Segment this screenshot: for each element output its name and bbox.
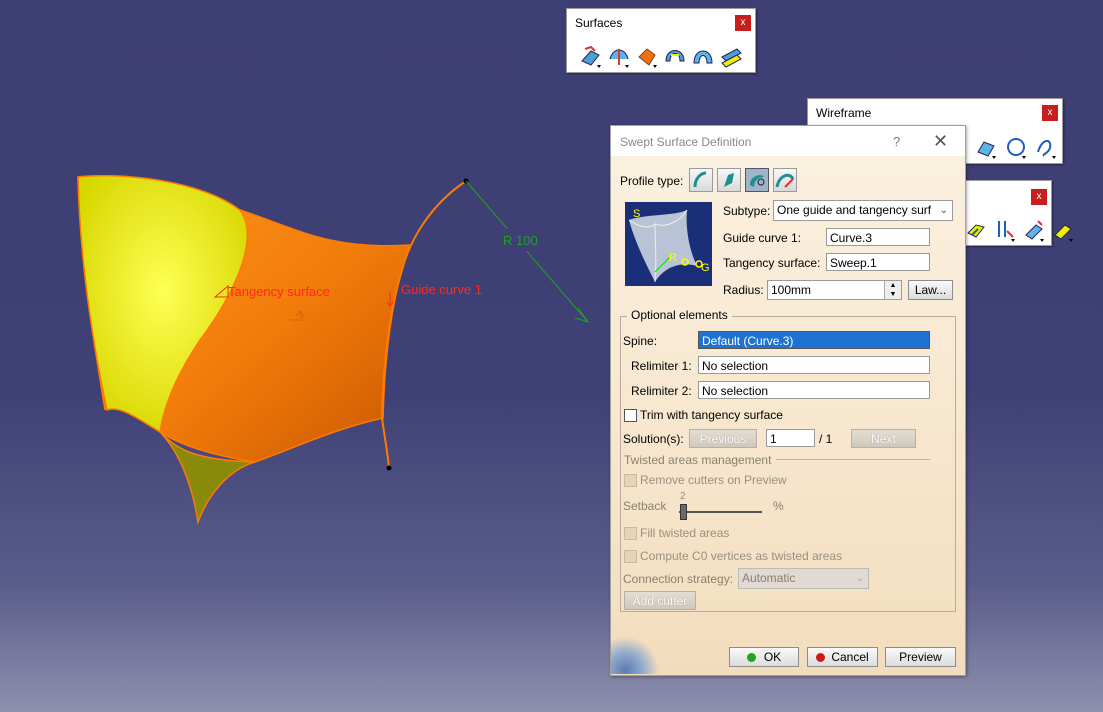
radius-field[interactable]: 100mm ▲ ▼	[767, 280, 902, 300]
help-button[interactable]: ?	[893, 134, 900, 149]
dialog-titlebar[interactable]: Swept Surface Definition ? ✕	[611, 126, 965, 156]
surfaces-toolbar-close-button[interactable]: x	[735, 15, 751, 31]
polyline-icon[interactable]	[974, 134, 998, 160]
operations-toolbar-close-button[interactable]: x	[1031, 189, 1047, 205]
tangency-surface-annotation: Tangency surface	[228, 284, 330, 299]
connection-strategy-label: Connection strategy:	[623, 572, 734, 586]
subtype-preview-image: S R G	[625, 202, 712, 286]
profile-type-conic-button[interactable]	[773, 168, 797, 192]
radius-dimension-line	[465, 180, 589, 323]
next-button[interactable]: Next	[851, 429, 916, 448]
solution-total: / 1	[819, 432, 833, 446]
wireframe-toolbar-close-button[interactable]: x	[1042, 105, 1058, 121]
solution-field[interactable]: 1	[766, 429, 815, 447]
ok-button-label: OK	[763, 650, 782, 664]
setback-label: Setback	[623, 499, 667, 513]
multisection-icon[interactable]	[719, 43, 743, 69]
guide-curve	[380, 180, 467, 469]
dialog-logo-icon	[611, 636, 659, 674]
tangency-surface-field[interactable]: Sweep.1	[826, 253, 930, 271]
preview-letter-s: S	[633, 208, 641, 220]
radius-spinner[interactable]: ▲ ▼	[884, 281, 901, 299]
setback-value: 2	[680, 491, 686, 502]
dialog-title: Swept Surface Definition	[620, 135, 752, 149]
twisted-areas-separator	[776, 459, 930, 460]
preview-button[interactable]: Preview	[885, 647, 956, 667]
profile-type-line-button[interactable]	[717, 168, 741, 192]
cancel-button-label: Cancel	[831, 650, 869, 664]
chevron-down-icon: ⌄	[939, 205, 948, 216]
sphere-icon[interactable]	[635, 43, 659, 69]
tangency-surface-label: Tangency surface:	[723, 256, 821, 270]
guide-curve-end-point	[386, 465, 392, 471]
trim-tangency-label: Trim with tangency surface	[640, 408, 783, 422]
spine-field[interactable]: Default (Curve.3)	[698, 331, 930, 349]
setback-slider-track[interactable]	[679, 511, 762, 513]
compute-c0-label: Compute C0 vertices as twisted areas	[640, 549, 843, 563]
circle-icon[interactable]	[1004, 134, 1028, 160]
marker-label: 1	[298, 309, 305, 321]
subtype-select[interactable]: One guide and tangency surf ⌄	[773, 200, 953, 221]
radius-value: 100mm	[771, 283, 812, 297]
fill-icon[interactable]	[691, 43, 715, 69]
radius-annotation: R 100	[503, 233, 538, 248]
surfaces-toolbar: Surfaces x	[566, 8, 756, 73]
ok-button[interactable]: OK	[729, 647, 799, 667]
guide-curve-label: Guide curve 1:	[723, 231, 802, 245]
spline-icon[interactable]	[1034, 134, 1058, 160]
extrude-icon[interactable]	[579, 43, 603, 69]
previous-button[interactable]: Previous	[689, 429, 757, 448]
twisted-areas-label: Twisted areas management	[624, 453, 772, 467]
fill-twisted-checkbox[interactable]	[624, 527, 637, 540]
solutions-label: Solution(s):	[623, 432, 684, 446]
law-button[interactable]: Law...	[908, 280, 953, 300]
wireframe-toolbar-title: Wireframe	[816, 106, 872, 120]
guide-curve-field[interactable]: Curve.3	[826, 228, 930, 246]
profile-type-label: Profile type:	[620, 174, 684, 188]
optional-elements-legend: Optional elements	[627, 308, 732, 322]
preview-letter-g: G	[701, 262, 710, 274]
compute-c0-checkbox[interactable]	[624, 550, 637, 563]
swept-surface-dialog: Swept Surface Definition ? ✕ Profile typ…	[610, 125, 966, 676]
relimiter-1-field[interactable]: No selection	[698, 356, 930, 374]
relimiter-1-label: Relimiter 1:	[631, 359, 692, 373]
radius-label: Radius:	[723, 283, 764, 297]
dialog-close-button[interactable]: ✕	[933, 131, 948, 152]
subtype-select-value: One guide and tangency surf	[777, 203, 932, 217]
surfaces-toolbar-title: Surfaces	[575, 16, 623, 30]
profile-type-explicit-button[interactable]	[689, 168, 713, 192]
remove-cutters-checkbox[interactable]	[624, 474, 637, 487]
connection-strategy-select[interactable]: Automatic ⌄	[738, 568, 869, 589]
guide-curve-annotation: Guide curve 1	[401, 282, 482, 297]
cancel-button[interactable]: Cancel	[807, 647, 878, 667]
sweep-icon[interactable]	[663, 43, 687, 69]
trim-tangency-checkbox[interactable]	[624, 409, 637, 422]
translate-icon[interactable]	[1051, 217, 1075, 243]
revolve-icon[interactable]	[607, 43, 631, 69]
split-icon[interactable]	[993, 217, 1017, 243]
subtype-label: Subtype:	[723, 204, 771, 218]
fill-twisted-label: Fill twisted areas	[640, 526, 730, 540]
remove-cutters-label: Remove cutters on Preview	[640, 473, 787, 487]
relimiter-2-label: Relimiter 2:	[631, 384, 692, 398]
cancel-icon	[816, 653, 826, 662]
chevron-down-icon: ⌄	[855, 573, 864, 584]
preview-letter-r: R	[669, 252, 677, 264]
setback-unit: %	[773, 499, 784, 513]
ok-icon	[746, 653, 756, 662]
spine-label: Spine:	[623, 334, 658, 348]
extract-icon[interactable]	[1022, 217, 1046, 243]
join-icon[interactable]	[964, 217, 988, 243]
setback-slider-thumb[interactable]	[680, 504, 687, 520]
profile-type-circle-button[interactable]	[745, 168, 769, 192]
add-cutter-button[interactable]: Add cutter	[624, 591, 696, 610]
connection-strategy-value: Automatic	[742, 571, 796, 585]
relimiter-2-field[interactable]: No selection	[698, 381, 930, 399]
